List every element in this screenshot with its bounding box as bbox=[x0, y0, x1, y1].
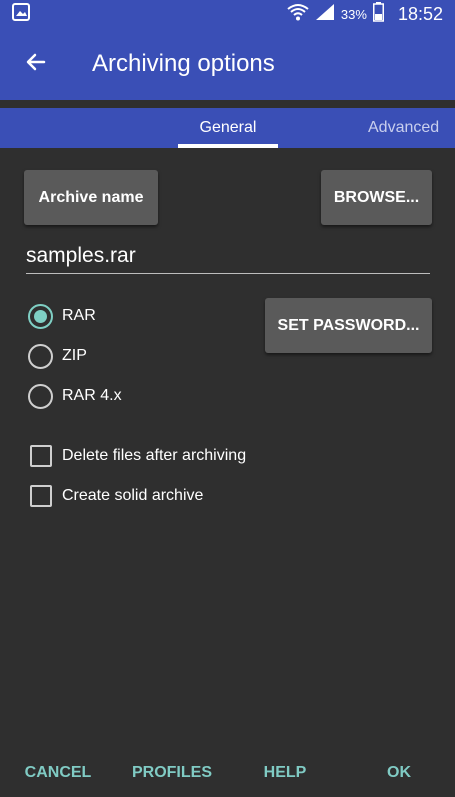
set-password-button[interactable]: SET PASSWORD... bbox=[265, 298, 432, 353]
format-label: RAR 4.x bbox=[62, 387, 122, 404]
battery-icon bbox=[372, 2, 384, 26]
page-title: Archiving options bbox=[92, 50, 275, 77]
clock: 18:52 bbox=[397, 3, 443, 24]
format-option-rar4[interactable]: RAR 4.x bbox=[28, 381, 122, 411]
ok-button[interactable]: OK bbox=[370, 752, 428, 794]
tab-general[interactable]: General bbox=[178, 108, 278, 148]
arrow-left-icon[interactable] bbox=[24, 50, 48, 79]
image-icon bbox=[12, 3, 30, 25]
divider bbox=[0, 100, 455, 108]
back-button[interactable] bbox=[0, 28, 72, 100]
tab-indicator bbox=[178, 144, 278, 148]
status-bar: 33% 18:52 bbox=[0, 0, 455, 28]
format-label: ZIP bbox=[62, 347, 87, 364]
format-label: RAR bbox=[62, 307, 96, 324]
archive-name-button[interactable]: Archive name bbox=[24, 170, 158, 225]
archive-name-input[interactable]: samples.rar bbox=[26, 238, 430, 274]
wifi-icon bbox=[287, 3, 309, 25]
cancel-button[interactable]: CANCEL bbox=[14, 752, 102, 794]
tab-advanced[interactable]: Advanced bbox=[368, 108, 455, 148]
format-option-zip[interactable]: ZIP bbox=[28, 341, 87, 371]
checkbox[interactable] bbox=[30, 445, 52, 467]
help-button[interactable]: HELP bbox=[252, 752, 318, 794]
dialog-actions: CANCEL PROFILES HELP OK bbox=[0, 752, 455, 794]
delete-files-option[interactable]: Delete files after archiving bbox=[28, 441, 246, 471]
profiles-button[interactable]: PROFILES bbox=[124, 752, 220, 794]
radio-button[interactable] bbox=[28, 343, 53, 369]
radio-button-selected[interactable] bbox=[28, 303, 53, 329]
battery-percent: 33% bbox=[340, 6, 367, 22]
checkbox[interactable] bbox=[30, 485, 52, 507]
checkbox-label: Create solid archive bbox=[62, 487, 204, 504]
app-bar: Archiving options bbox=[0, 28, 455, 100]
solid-archive-option[interactable]: Create solid archive bbox=[28, 481, 203, 511]
browse-button[interactable]: BROWSE... bbox=[321, 170, 432, 225]
checkbox-label: Delete files after archiving bbox=[62, 447, 247, 464]
tab-bar: General Advanced bbox=[0, 108, 455, 148]
signal-icon bbox=[315, 3, 335, 25]
format-option-rar[interactable]: RAR bbox=[28, 301, 96, 331]
radio-button[interactable] bbox=[28, 383, 53, 409]
